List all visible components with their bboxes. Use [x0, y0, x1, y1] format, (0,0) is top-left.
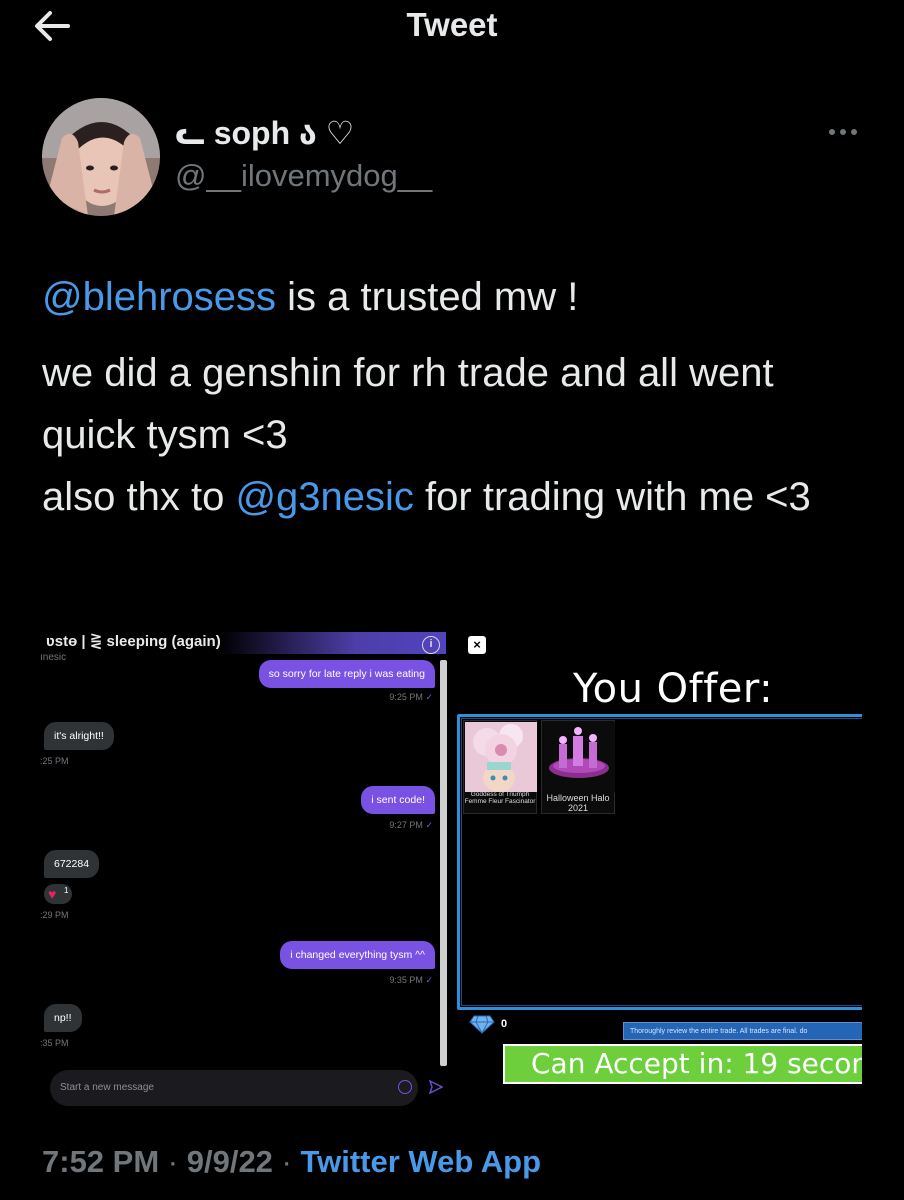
item-name: Goddess of Triumph Femme Fleur Fascinato… — [464, 791, 536, 805]
dm-timestamp: :35 PM — [40, 1038, 69, 1048]
halo-item-image — [543, 722, 615, 792]
dm-timestamp: 9:27 PM ✓ — [389, 820, 433, 830]
heart-icon: ♥ — [48, 886, 57, 902]
dm-timestamp: :29 PM — [40, 910, 69, 920]
dm-message-received: 672284 — [44, 850, 100, 878]
accept-button: Can Accept in: 19 seconds — [503, 1044, 862, 1084]
dm-timestamp: :25 PM — [40, 756, 69, 766]
mention-link[interactable]: @blehrosess — [42, 275, 276, 319]
tweet-date: 9/9/22 — [186, 1144, 273, 1179]
dm-message-received: np!! — [44, 1004, 82, 1032]
tweet-paragraph-1: @blehrosess is a trusted mw ! — [42, 266, 872, 328]
source-app-link[interactable]: Twitter Web App — [301, 1144, 542, 1179]
diamond-icon — [469, 1015, 495, 1034]
dm-timestamp: 9:25 PM ✓ — [389, 692, 433, 702]
diamond-count: 0 — [501, 1018, 508, 1030]
dm-composer: Start a new message — [50, 1070, 418, 1106]
dm-timestamp: 9:35 PM ✓ — [389, 975, 433, 985]
reaction-count: 1 — [64, 886, 69, 895]
meta-separator: · — [272, 1144, 301, 1179]
meta-separator: · — [159, 1144, 187, 1179]
tweet-text-segment: we did a genshin for rh trade and all we… — [42, 351, 774, 457]
page-title: Tweet — [406, 6, 498, 43]
heart-reaction: ♥ 1 — [44, 884, 72, 904]
more-options-icon[interactable] — [826, 120, 860, 144]
user-handle[interactable]: @__ilovemydog__ — [175, 158, 432, 194]
dm-message-sent: i sent code! — [361, 786, 435, 814]
info-icon: i — [422, 636, 440, 654]
review-notice: Thoroughly review the entire trade. All … — [623, 1022, 862, 1040]
avatar-image — [42, 98, 160, 216]
tweet-text-segment: also thx to — [42, 475, 236, 519]
dm-header-bar — [220, 632, 446, 654]
composer-placeholder: Start a new message — [60, 1082, 154, 1093]
tweet-time: 7:52 PM — [42, 1144, 160, 1179]
scrollbar — [440, 660, 447, 1066]
trade-item: Halloween Halo 2021 — [541, 720, 615, 814]
mention-link[interactable]: @g3nesic — [235, 475, 413, 519]
tweet-text-segment: is a trusted mw ! — [276, 275, 579, 319]
tweet-media[interactable]: ʋstɵ | ⋛ sleeping (again) ınesic i so so… — [40, 620, 862, 1106]
trade-screenshot: × You Offer: Goddess of Triumph Femme Fl… — [451, 620, 862, 1106]
avatar[interactable] — [42, 98, 160, 216]
dm-message-sent: so sorry for late reply i was eating — [258, 660, 435, 688]
close-icon: × — [468, 636, 486, 654]
trade-item: Goddess of Triumph Femme Fleur Fascinato… — [463, 720, 537, 814]
display-name[interactable]: ᓚ soph ა ♡ — [175, 114, 354, 152]
trade-title: You Offer: — [573, 666, 774, 712]
tweet-text-segment: for trading with me <3 — [413, 475, 811, 519]
emoji-icon — [398, 1080, 412, 1094]
tweet-text: @blehrosess is a trusted mw ! we did a g… — [42, 266, 872, 528]
dm-message-sent: i changed everything tysm ^^ — [280, 941, 435, 969]
fascinator-item-image — [465, 722, 537, 792]
item-name: Halloween Halo 2021 — [546, 793, 610, 813]
dm-message-received: it's alright!! — [44, 722, 114, 750]
send-icon — [429, 1080, 443, 1094]
tweet-meta: 7:52 PM · 9/9/22 · Twitter Web App — [42, 1144, 541, 1180]
tweet-paragraph-2: we did a genshin for rh trade and all we… — [42, 342, 872, 528]
dm-screenshot: ʋstɵ | ⋛ sleeping (again) ınesic i so so… — [40, 620, 451, 1106]
dm-contact-name: ʋstɵ | ⋛ sleeping (again) — [46, 633, 221, 650]
dm-contact-handle: ınesic — [40, 652, 67, 663]
